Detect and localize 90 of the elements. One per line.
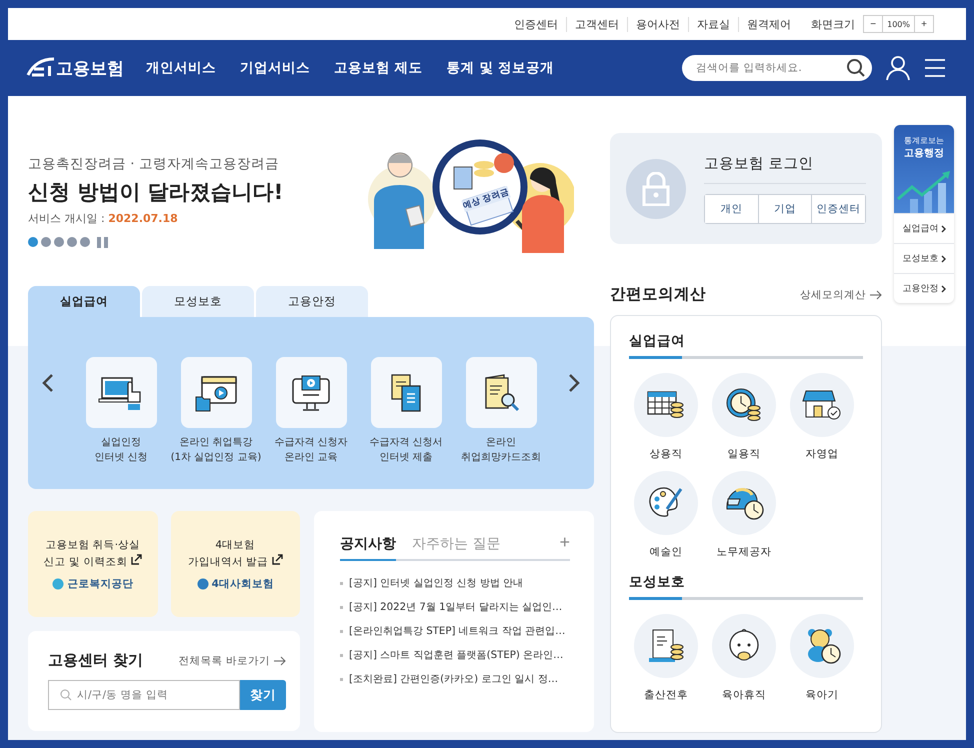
find-button[interactable]: 찾기 [240,680,286,710]
zoom-label: 화면크기 [810,16,856,32]
service-tab[interactable]: 모성보호 [142,286,254,317]
hero-title: 신청 방법이 달라졌습니다! [28,178,284,206]
logo-icon [26,57,56,79]
service-tile[interactable] [86,357,156,428]
login-title: 고용보험 로그인 [704,154,866,184]
notice-item[interactable]: [공지] 스마트 직업훈련 플랫폼(STEP) 온라인… [340,648,570,662]
rising-chart-icon [896,169,952,213]
service-label[interactable]: 수급자격 신청자 온라인 교육 [274,436,348,465]
service-date: 서비스 개시일 : 2022.07.18 [28,210,179,226]
logo-text[interactable]: 고용보험 [56,56,124,80]
notice-item[interactable]: [온라인취업특강 STEP] 네트워크 작업 관련입… [340,624,570,638]
chevron-right-icon [940,254,946,262]
service-tile[interactable] [180,357,252,428]
calc-option-label[interactable]: 상용직 [650,447,682,461]
service-label[interactable]: 수급자격 신청서 인터넷 제출 [369,436,443,465]
menu-icon[interactable] [924,58,946,78]
helmet-clock-icon [724,485,764,521]
search-icon[interactable] [846,58,866,78]
service-tile[interactable] [466,357,536,428]
nav-item[interactable]: 고용보험 제도 [334,59,423,77]
service-tab[interactable]: 고용안정 [256,286,368,317]
calc-option-label[interactable]: 예술인 [650,545,682,559]
chevron-right-icon[interactable] [568,373,580,393]
notice-item[interactable]: [공지] 인터넷 실업인정 신청 방법 안내 [340,576,570,590]
arrow-icon [274,656,286,666]
login-button[interactable]: 인증센터 [811,194,866,222]
slide-dot[interactable] [67,237,77,247]
chevron-left-icon[interactable] [42,373,54,393]
section-title: 모성보호 [629,573,863,600]
arrow-icon [870,290,882,300]
external-link-icon [272,554,283,564]
user-icon[interactable] [886,55,910,81]
slide-dot[interactable] [41,237,51,247]
quick-link-card[interactable]: 4대보험 가입내역서 발급 4대사회보험 [170,511,300,617]
quick-link-card[interactable]: 고용보험 취득·상실 신고 및 이력조회 근로복지공단 [28,511,158,617]
utility-link[interactable]: 자료실 [688,16,738,32]
notice-tab[interactable]: 공지사항 [340,535,396,561]
notice-item[interactable]: [공지] 2022년 7월 1일부터 달라지는 실업인… [340,600,570,614]
calc-option-label[interactable]: 육아휴직 [722,688,766,702]
chevron-right-icon [940,284,946,292]
quick-link-text: 4대보험 가입내역서 발급 [188,537,283,570]
stats-banner[interactable]: 통계로보는 고용행정 [894,125,954,213]
stats-link[interactable]: 모성보호 [894,243,954,273]
utility-link[interactable]: 인증센터 [506,16,566,32]
search-icon [60,689,72,701]
calculator-title: 간편모의계산 [610,284,706,305]
org-logo-icon [196,578,209,590]
region-search-field[interactable]: 시/구/동 명을 입력 [48,680,240,710]
nav-item[interactable]: 통계 및 정보공개 [446,59,554,77]
search-field[interactable]: 검색어를 입력하세요. [682,55,872,81]
section-title: 실업급여 [629,332,863,359]
nav-item[interactable]: 개인서비스 [146,59,216,77]
service-tile[interactable] [276,357,346,428]
slide-dot[interactable] [28,237,38,247]
pause-icon[interactable] [97,236,109,248]
organization-label: 근로복지공단 [52,576,134,591]
lock-icon [642,172,670,206]
slide-dot[interactable] [80,237,90,247]
calc-option-label[interactable]: 일용직 [728,447,760,461]
service-tab[interactable]: 실업급여 [28,286,140,317]
stats-link[interactable]: 실업급여 [894,213,954,243]
notice-item[interactable]: [조치완료] 간편인증(카카오) 로그인 일시 정… [340,672,570,686]
chevron-right-icon [940,224,946,232]
organization-label: 4대사회보험 [196,576,274,591]
quick-link-text: 고용보험 취득·상실 신고 및 이력조회 [44,538,142,570]
service-label[interactable]: 온라인 취업희망카드조회 [461,436,541,465]
detail-calc-link[interactable]: 상세모의계산 [800,288,882,302]
service-label[interactable]: 온라인 취업특강 (1차 실업인정 교육) [170,436,262,465]
service-label[interactable]: 실업인정 인터넷 신청 [94,436,148,465]
document-coins-icon [647,627,685,665]
finder-title: 고용센터 찾기 [48,651,144,670]
more-button[interactable]: + [559,532,570,559]
hero-subtitle: 고용촉진장려금 · 고령자계속고용장려금 [28,154,280,172]
stats-link[interactable]: 고용안정 [894,273,954,303]
org-logo-icon [52,578,64,590]
nav-item[interactable]: 기업서비스 [240,59,310,77]
calc-option-label[interactable]: 출산전후 [644,688,688,702]
calendar-coins-icon [646,389,686,421]
all-list-link[interactable]: 전체목록 바로가기 [178,654,286,668]
external-link-icon [130,554,142,564]
utility-link[interactable]: 고객센터 [566,16,628,32]
slide-dot[interactable] [54,237,64,247]
calc-option-label[interactable]: 자영업 [806,447,838,461]
calc-option-label[interactable]: 육아기 [806,688,838,702]
utility-link[interactable]: 원격제어 [738,16,800,32]
calc-option-label[interactable]: 노무제공자 [716,545,772,559]
utility-link[interactable]: 용어사전 [627,16,688,32]
service-tile[interactable] [370,357,442,428]
